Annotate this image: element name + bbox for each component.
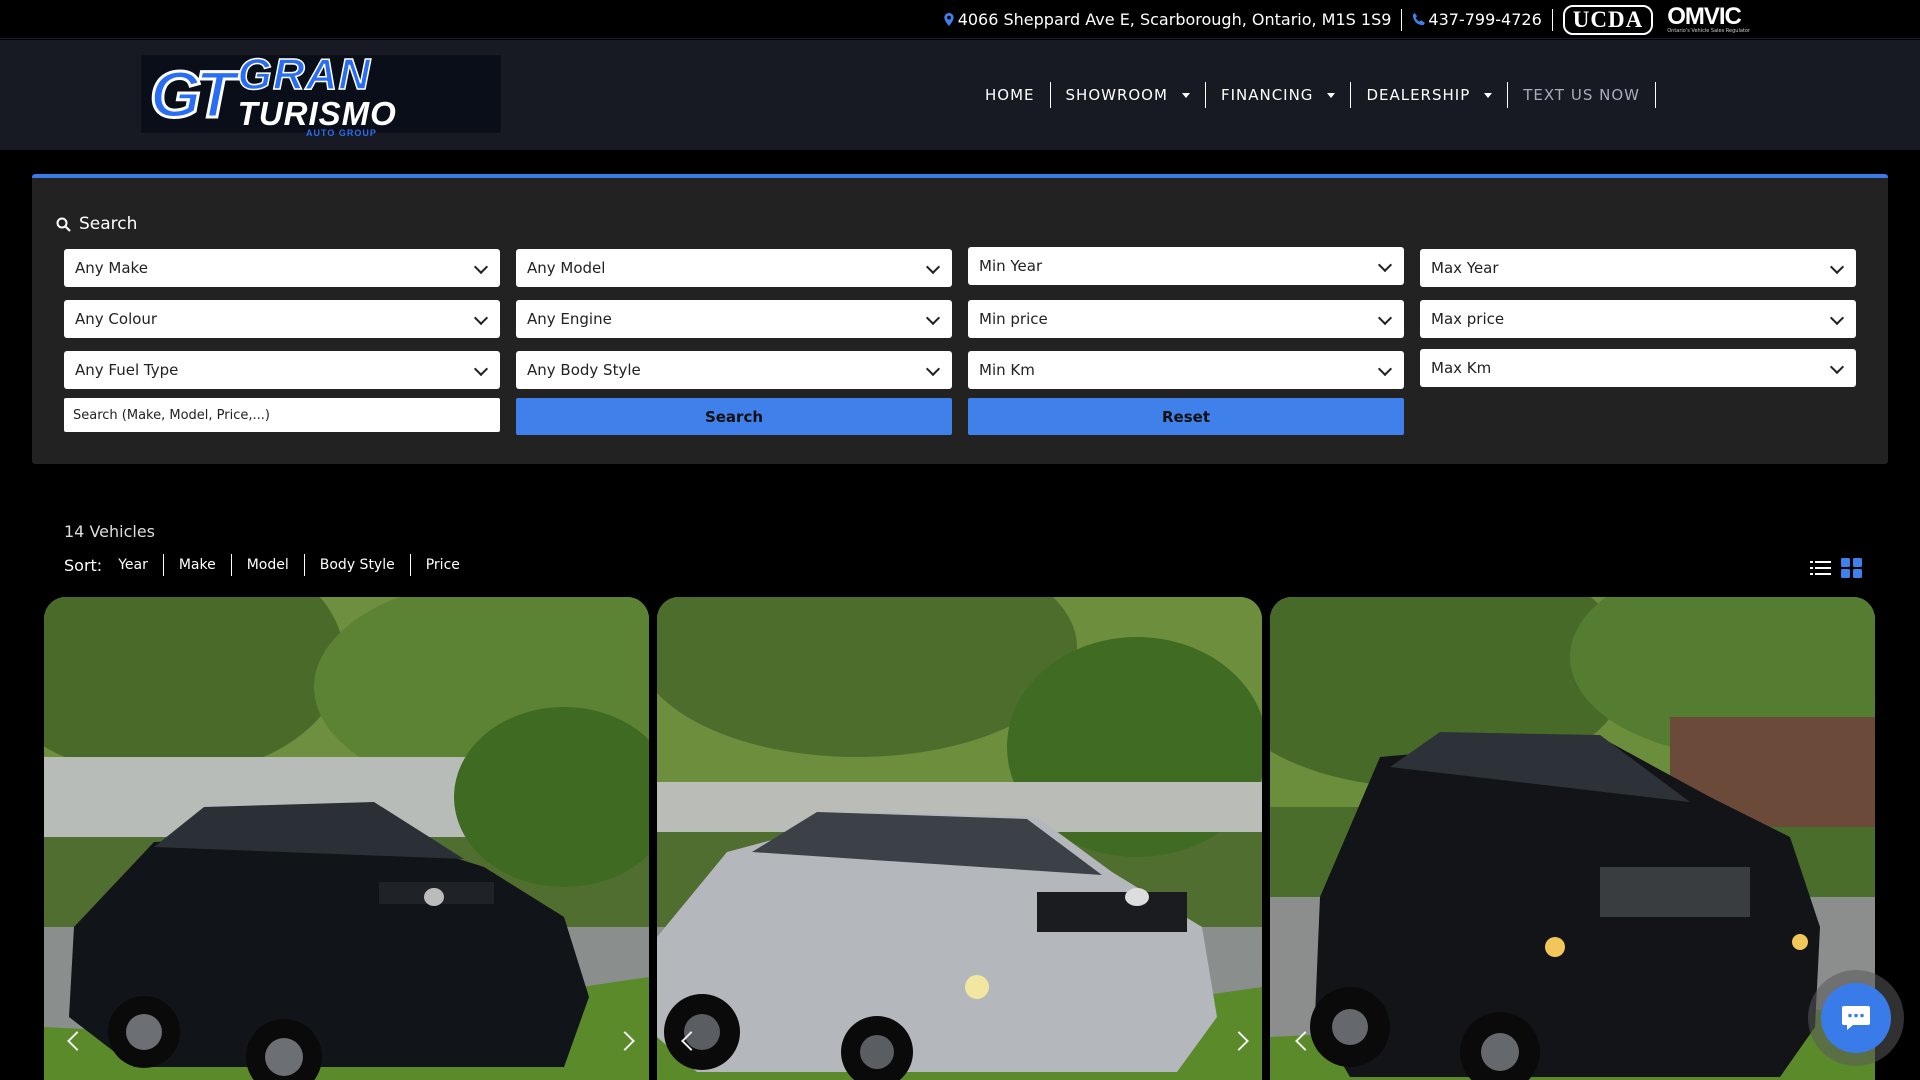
ucda-logo[interactable]: UCDA	[1562, 4, 1654, 35]
chevron-down-icon	[473, 310, 489, 326]
search-title: Search	[56, 214, 137, 234]
chat-button-inner	[1821, 983, 1891, 1053]
omvic-logo[interactable]: OMVIC Ontario's Vehicle Sales Regulator	[1667, 2, 1750, 34]
vehicle-photo[interactable]	[1270, 597, 1875, 1080]
phone-text: 437-799-4726	[1428, 10, 1542, 29]
phone-link[interactable]: 437-799-4726	[1412, 10, 1542, 29]
min-km-select[interactable]: Min Km	[968, 351, 1404, 389]
sort-make[interactable]: Make	[162, 554, 231, 576]
logo-line-3: AUTO GROUP	[305, 128, 377, 138]
sort-label: Sort:	[64, 555, 103, 575]
caret-down-icon	[1181, 92, 1190, 98]
chevron-down-icon	[1377, 361, 1393, 377]
engine-select-value: Any Engine	[527, 310, 612, 328]
body-style-select[interactable]: Any Body Style	[516, 351, 952, 389]
chat-icon	[1842, 1006, 1870, 1030]
contact-info: 4066 Sheppard Ave E, Scarborough, Ontari…	[944, 0, 1750, 39]
colour-select[interactable]: Any Colour	[64, 300, 500, 338]
reset-button[interactable]: Reset	[968, 398, 1404, 435]
chevron-down-icon	[473, 259, 489, 275]
sort-bar: Sort: Year Make Model Body Style Price	[64, 554, 475, 576]
logo-wordmark: GRAN TURISMO AUTO GROUP	[237, 49, 397, 138]
divider	[1551, 8, 1553, 31]
chevron-down-icon	[925, 361, 941, 377]
top-bar: 4066 Sheppard Ave E, Scarborough, Ontari…	[0, 0, 1920, 39]
map-pin-icon	[944, 13, 954, 26]
nav-divider	[1654, 82, 1656, 108]
vehicle-count: 14 Vehicles	[64, 522, 155, 541]
sort-body-style[interactable]: Body Style	[303, 554, 410, 576]
vehicle-card[interactable]	[44, 597, 649, 1080]
max-km-select-value: Max Km	[1431, 359, 1492, 377]
grid-view-icon[interactable]	[1841, 558, 1862, 578]
caret-down-icon	[1484, 92, 1493, 98]
chevron-down-icon	[925, 259, 941, 275]
phone-icon	[1413, 13, 1426, 26]
chevron-down-icon	[1829, 359, 1845, 375]
main-nav: HOME SHOWROOM FINANCING DEALERSHIP TEXT …	[970, 82, 1656, 108]
nav-home[interactable]: HOME	[970, 82, 1050, 108]
nav-dealership[interactable]: DEALERSHIP	[1351, 82, 1507, 108]
min-year-select[interactable]: Min Year	[968, 247, 1404, 285]
chevron-down-icon	[1829, 259, 1845, 275]
body-style-select-value: Any Body Style	[527, 361, 641, 379]
fuel-type-select[interactable]: Any Fuel Type	[64, 351, 500, 389]
vehicle-card[interactable]	[657, 597, 1262, 1080]
make-select-value: Any Make	[75, 259, 148, 277]
gran-turismo-logo[interactable]: GT GRAN TURISMO AUTO GROUP	[141, 49, 501, 138]
sort-year[interactable]: Year	[108, 554, 163, 576]
site-header: GT GRAN TURISMO AUTO GROUP HOME SHOWROOM…	[0, 40, 1920, 150]
nav-dealership-label: DEALERSHIP	[1366, 86, 1471, 104]
fuel-type-select-value: Any Fuel Type	[75, 361, 179, 379]
colour-select-value: Any Colour	[75, 310, 158, 328]
make-select[interactable]: Any Make	[64, 249, 500, 287]
model-select-value: Any Model	[527, 259, 606, 277]
omvic-tagline: Ontario's Vehicle Sales Regulator	[1667, 27, 1750, 34]
nav-showroom[interactable]: SHOWROOM	[1051, 82, 1205, 108]
chevron-down-icon	[1377, 310, 1393, 326]
keyword-search-input[interactable]: Search (Make, Model, Price,...)	[64, 398, 500, 432]
search-button[interactable]: Search	[516, 398, 952, 435]
vehicle-photo[interactable]	[657, 597, 1262, 1080]
search-panel: Search Any Make Any Model Min Year Max Y…	[32, 174, 1888, 464]
search-icon	[56, 217, 71, 232]
vehicle-photo[interactable]	[44, 597, 649, 1080]
min-km-select-value: Min Km	[979, 361, 1035, 379]
nav-financing[interactable]: FINANCING	[1206, 82, 1351, 108]
logo-line-2: TURISMO	[237, 95, 397, 132]
nav-text-us-now[interactable]: TEXT US NOW	[1508, 82, 1655, 108]
chat-widget-button[interactable]	[1808, 970, 1904, 1066]
chevron-down-icon	[925, 310, 941, 326]
sort-price[interactable]: Price	[409, 554, 475, 576]
search-title-text: Search	[79, 214, 138, 234]
logo-line-1: GRAN	[237, 49, 372, 100]
min-price-select[interactable]: Min price	[968, 300, 1404, 338]
logo-mark: GT	[149, 57, 238, 131]
list-view-icon[interactable]	[1810, 559, 1831, 577]
model-select[interactable]: Any Model	[516, 249, 952, 287]
max-year-select[interactable]: Max Year	[1420, 249, 1856, 287]
nav-financing-label: FINANCING	[1220, 86, 1314, 104]
chevron-down-icon	[473, 361, 489, 377]
min-price-select-value: Min price	[979, 310, 1048, 328]
chevron-down-icon	[1377, 257, 1393, 273]
max-price-select[interactable]: Max price	[1420, 300, 1856, 338]
engine-select[interactable]: Any Engine	[516, 300, 952, 338]
chevron-down-icon	[1829, 310, 1845, 326]
view-toggle	[1810, 558, 1862, 578]
max-year-select-value: Max Year	[1431, 259, 1499, 277]
nav-showroom-label: SHOWROOM	[1065, 86, 1168, 104]
min-year-select-value: Min Year	[979, 257, 1043, 275]
sort-model[interactable]: Model	[230, 554, 304, 576]
vehicle-card[interactable]	[1270, 597, 1875, 1080]
keyword-search-placeholder: Search (Make, Model, Price,...)	[73, 407, 270, 423]
omvic-logo-text: OMVIC	[1667, 2, 1742, 30]
divider	[1401, 8, 1403, 31]
max-price-select-value: Max price	[1431, 310, 1505, 328]
address-text: 4066 Sheppard Ave E, Scarborough, Ontari…	[957, 10, 1392, 29]
max-km-select[interactable]: Max Km	[1420, 349, 1856, 387]
address-link[interactable]: 4066 Sheppard Ave E, Scarborough, Ontari…	[944, 10, 1392, 29]
caret-down-icon	[1327, 92, 1336, 98]
